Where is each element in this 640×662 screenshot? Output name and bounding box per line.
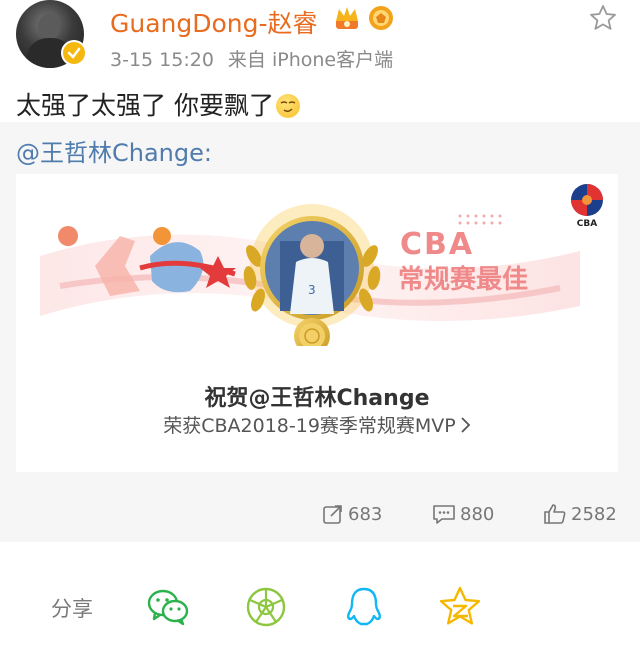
chevron-right-icon	[461, 417, 471, 433]
comment-count: 880	[460, 503, 495, 525]
qq-icon[interactable]	[342, 586, 386, 628]
moments-icon[interactable]	[244, 586, 288, 628]
svg-text:3: 3	[308, 283, 316, 297]
like-button[interactable]: 2582	[543, 502, 617, 526]
member-badge-icon[interactable]	[368, 5, 394, 31]
verified-icon	[61, 40, 87, 66]
banner-cba-text: CBA	[400, 227, 474, 262]
post-text: 太强了太强了 你要飘了	[16, 86, 300, 122]
cba-logo-icon: CBA	[571, 184, 603, 228]
thumbs-up-icon	[544, 504, 566, 524]
post-text-content: 太强了太强了 你要飘了	[16, 91, 274, 120]
username-link[interactable]: GuangDong-赵睿	[110, 4, 318, 40]
comment-icon	[433, 505, 455, 524]
crown-badge-icon[interactable]	[333, 5, 361, 31]
post-meta: 3-15 15:20 来自 iPhone客户端	[110, 45, 393, 72]
card-title: 祝贺@王哲林Change	[204, 386, 430, 411]
cool-face-emoji-icon	[275, 94, 300, 118]
cba-logo-text: CBA	[577, 219, 597, 228]
retweet-author-link[interactable]: @王哲林Change:	[16, 133, 212, 168]
card-subtitle-text: 荣获CBA2018-19赛季常规赛MVP	[163, 415, 456, 437]
repost-count: 683	[348, 503, 383, 525]
favorite-star-icon[interactable]	[588, 3, 618, 33]
post-time: 3-15 15:20	[110, 49, 214, 71]
repost-icon	[323, 505, 342, 524]
comment-button[interactable]: 880	[432, 502, 494, 526]
post-source: 来自 iPhone客户端	[227, 49, 394, 71]
banner-cn-text: 常规赛最佳	[398, 264, 528, 295]
mvp-banner-image[interactable]: 3 CBA 常规赛最佳	[40, 196, 580, 346]
like-count: 2582	[571, 503, 617, 525]
wechat-icon[interactable]	[146, 586, 190, 628]
repost-button[interactable]: 683	[322, 502, 382, 526]
share-label: 分享	[51, 597, 93, 621]
qzone-icon[interactable]	[438, 586, 482, 628]
card-subtitle[interactable]: 荣获CBA2018-19赛季常规赛MVP	[0, 411, 634, 438]
